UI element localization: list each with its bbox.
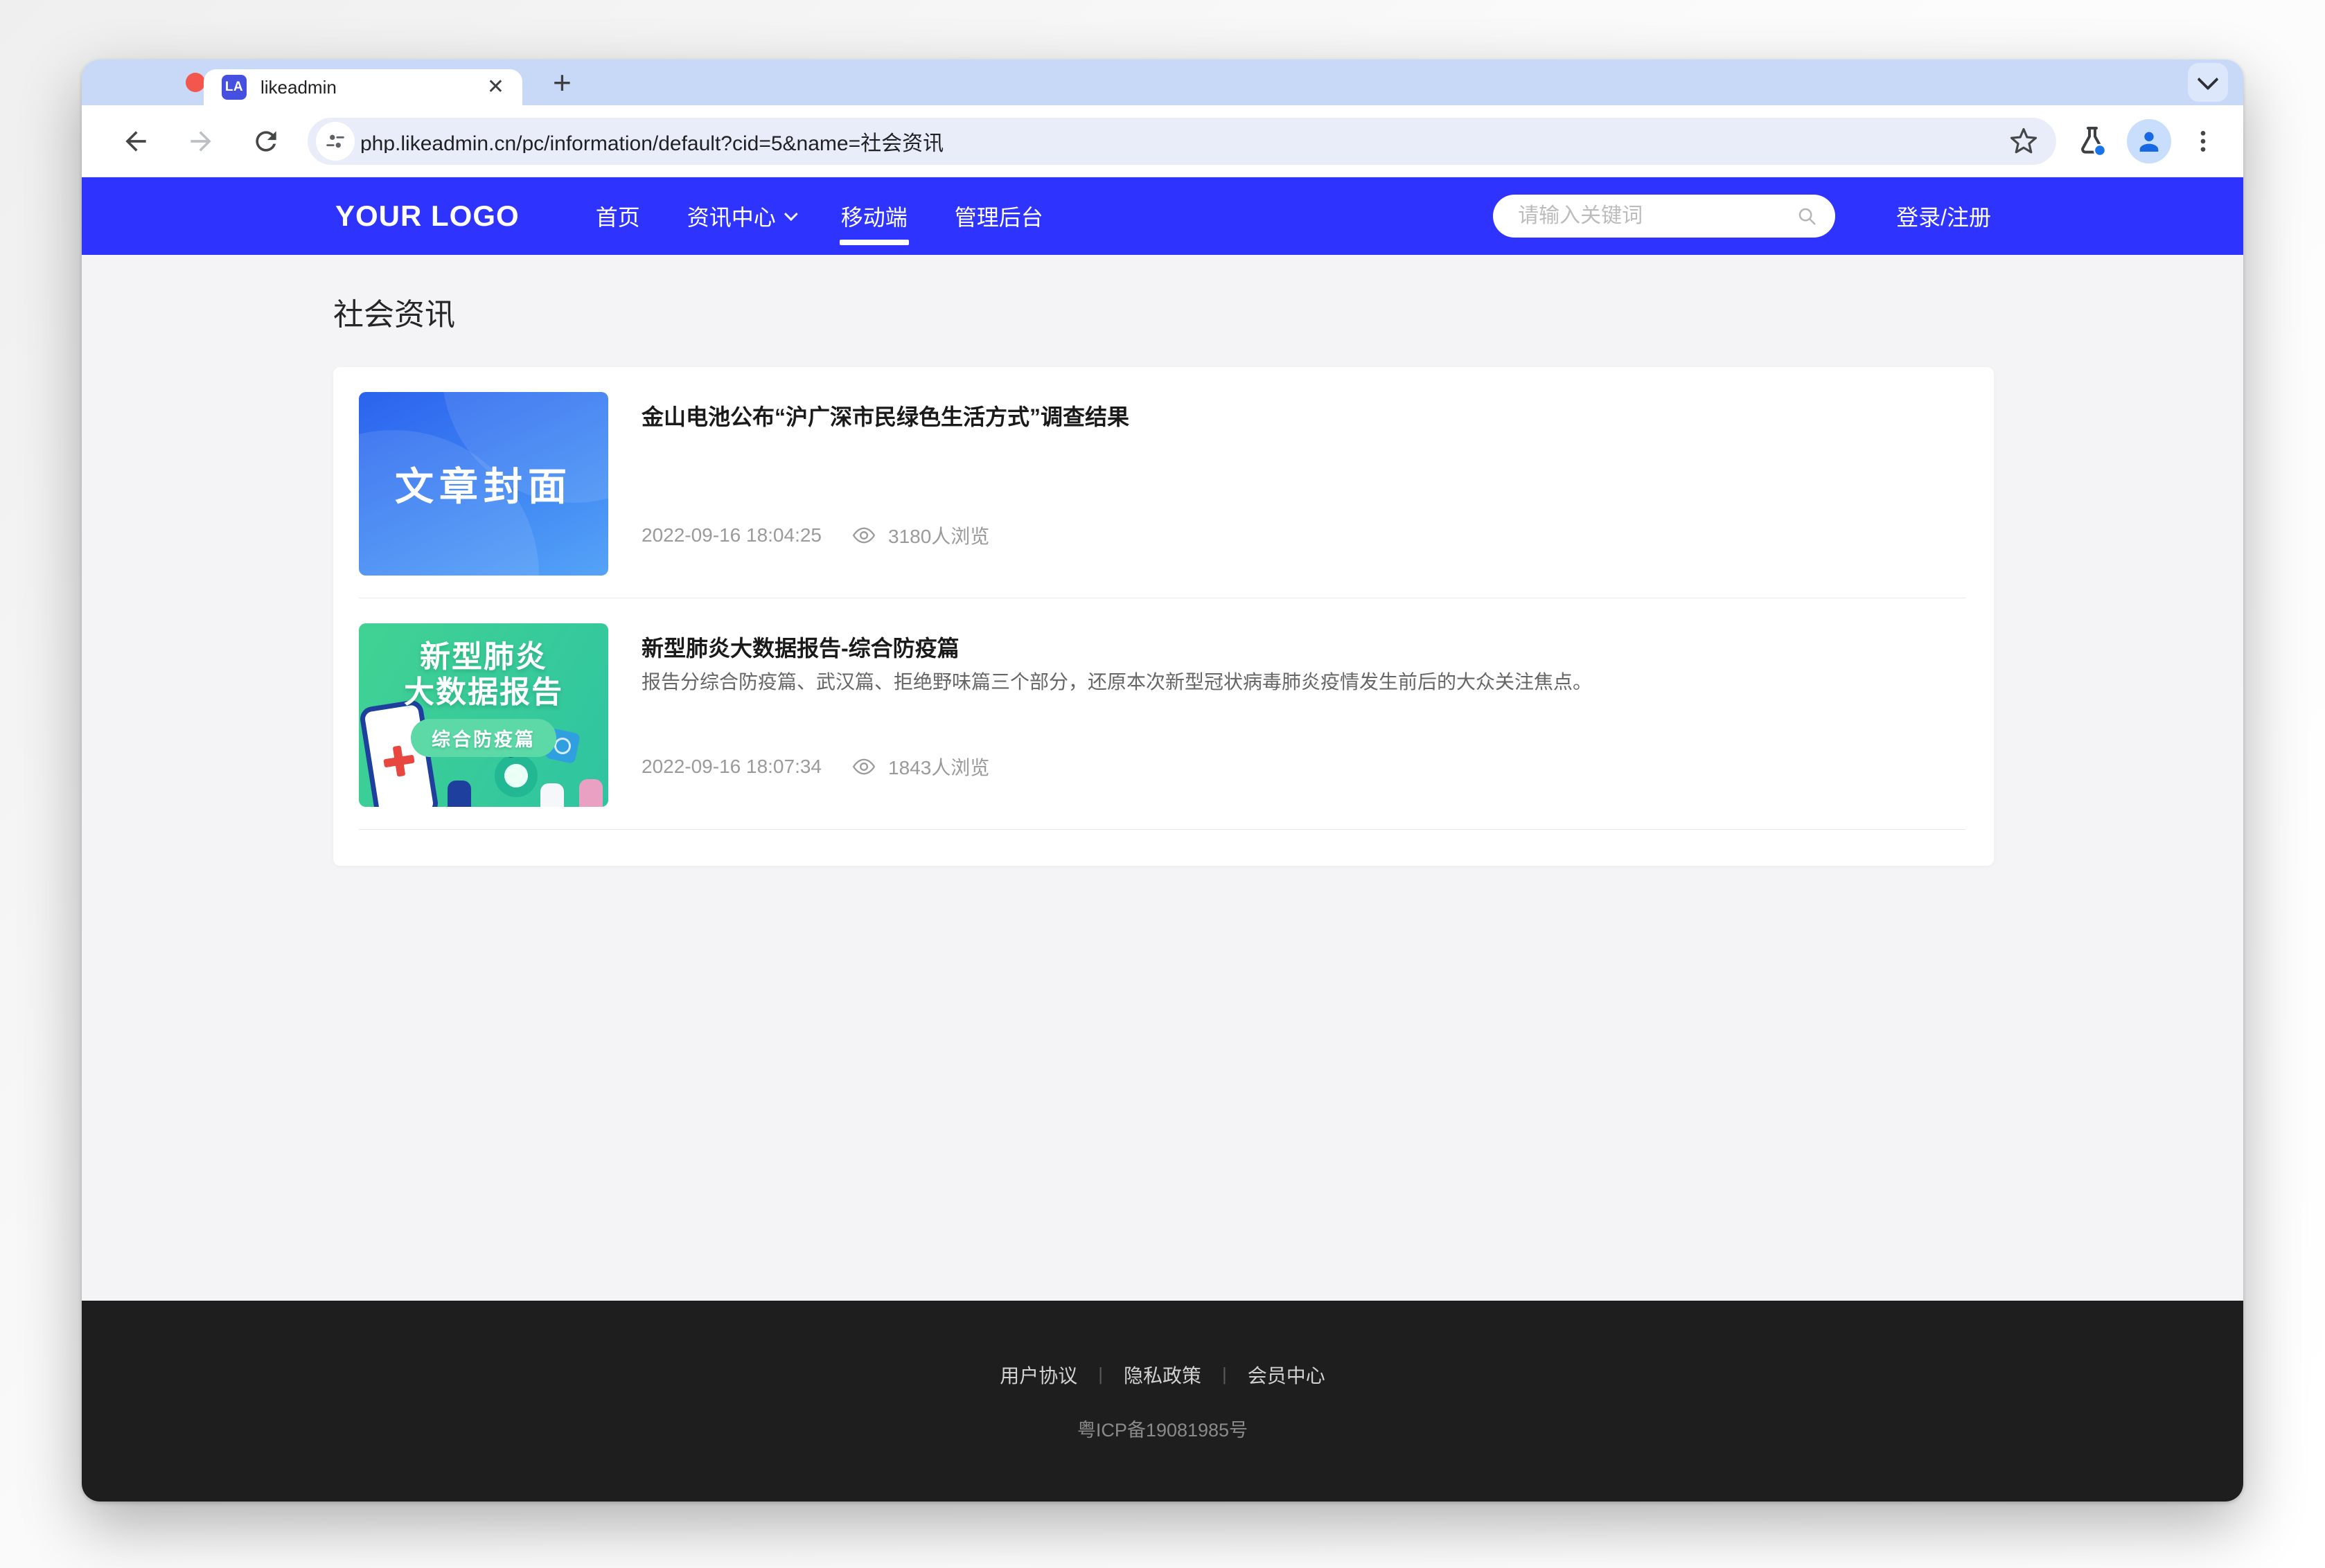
article-title[interactable]: 新型肺炎大数据报告-综合防疫篇	[642, 634, 1965, 663]
browser-toolbar	[82, 105, 2243, 177]
nav-item-label: 管理后台	[955, 200, 1043, 232]
article-cover[interactable]: 文章封面	[359, 392, 608, 576]
nav-item-label: 移动端	[841, 200, 908, 232]
article-cover[interactable]: 新型肺炎 大数据报告 综合防疫篇	[359, 623, 608, 807]
login-register-link[interactable]: 登录/注册	[1896, 200, 1991, 232]
article-row[interactable]: 文章封面 金山电池公布“沪广深市民绿色生活方式”调查结果 2022-09-16 …	[359, 367, 1965, 598]
browser-window: LA likeadmin ✕ +	[82, 60, 2243, 1502]
chevron-down-icon	[784, 207, 798, 221]
article-views: 3180人浏览	[888, 522, 989, 549]
site-search-box[interactable]	[1493, 195, 1835, 238]
search-input[interactable]	[1518, 204, 1796, 228]
site-navbar: YOUR LOGO 首页 资讯中心 移动端 管理后台	[82, 177, 2243, 255]
article-meta: 2022-09-16 18:04:25 3180人浏览	[642, 522, 1965, 549]
article-date: 2022-09-16 18:07:34	[642, 756, 822, 778]
profile-avatar[interactable]	[2127, 119, 2171, 163]
toolbar-right-icons	[2076, 119, 2217, 163]
url-bar[interactable]	[308, 118, 2056, 165]
close-window-button[interactable]	[186, 73, 205, 92]
person-illustration	[448, 781, 471, 807]
nav-item-home[interactable]: 首页	[572, 177, 664, 255]
experiments-flask-icon[interactable]	[2076, 125, 2109, 158]
article-list-card: 文章封面 金山电池公布“沪广深市民绿色生活方式”调查结果 2022-09-16 …	[333, 367, 1994, 866]
site-settings-icon[interactable]	[316, 122, 355, 161]
site-logo[interactable]: YOUR LOGO	[335, 199, 520, 233]
eye-icon	[852, 526, 876, 544]
footer-links: 用户协议 | 隐私政策 | 会员中心	[1000, 1361, 1325, 1389]
watch-illustration	[490, 750, 542, 801]
page-content: 社会资讯 文章封面 金山电池公布“沪广深市民绿色生活方式”调查结果 2022-0…	[82, 255, 2243, 1301]
nav-item-label: 首页	[596, 200, 640, 232]
nav-item-label: 资讯中心	[687, 200, 776, 232]
chevron-down-icon	[2197, 69, 2218, 90]
tab-title: likeadmin	[260, 77, 473, 98]
page-title: 社会资讯	[333, 289, 1992, 334]
cover-title: 新型肺炎 大数据报告	[359, 640, 608, 710]
article-title[interactable]: 金山电池公布“沪广深市民绿色生活方式”调查结果	[642, 403, 1965, 432]
article-views: 1843人浏览	[888, 753, 989, 781]
search-icon	[1796, 206, 1817, 226]
site-viewport: YOUR LOGO 首页 资讯中心 移动端 管理后台	[82, 177, 2243, 1502]
nav-menu: 首页 资讯中心 移动端 管理后台	[572, 177, 1067, 255]
article-body: 新型肺炎大数据报告-综合防疫篇 报告分综合防疫篇、武汉篇、拒绝野味篇三个部分，还…	[642, 623, 1965, 807]
footer-separator: |	[1098, 1364, 1103, 1385]
article-description: 报告分综合防疫篇、武汉篇、拒绝野味篇三个部分，还原本次新型冠状病毒肺炎疫情发生前…	[642, 668, 1965, 697]
back-button[interactable]	[107, 112, 165, 170]
nav-item-mobile[interactable]: 移动端	[817, 177, 931, 255]
footer-link-privacy-policy[interactable]: 隐私政策	[1124, 1361, 1201, 1389]
footer-separator: |	[1222, 1364, 1227, 1385]
browser-tab[interactable]: LA likeadmin ✕	[204, 69, 522, 105]
tab-close-icon[interactable]: ✕	[487, 77, 504, 98]
article-date: 2022-09-16 18:04:25	[642, 524, 822, 546]
browser-menu-icon[interactable]	[2189, 127, 2217, 155]
forward-button[interactable]	[172, 112, 230, 170]
article-meta: 2022-09-16 18:07:34 1843人浏览	[642, 753, 1965, 781]
bookmark-star-icon[interactable]	[2009, 127, 2038, 156]
cover-badge: 综合防疫篇	[411, 719, 556, 757]
article-row[interactable]: 新型肺炎 大数据报告 综合防疫篇 新型肺炎大数据报告-综合防疫篇 报告分综合防疫…	[359, 598, 1965, 830]
article-body: 金山电池公布“沪广深市民绿色生活方式”调查结果 2022-09-16 18:04…	[642, 392, 1965, 576]
tab-strip: LA likeadmin ✕ +	[82, 60, 2243, 105]
footer-link-user-agreement[interactable]: 用户协议	[1000, 1361, 1077, 1389]
reload-button[interactable]	[237, 112, 295, 170]
nav-item-news-center[interactable]: 资讯中心	[664, 177, 817, 255]
url-input[interactable]	[360, 130, 2004, 153]
new-tab-button[interactable]: +	[553, 66, 572, 98]
icp-record-number: 粤ICP备19081985号	[1077, 1415, 1248, 1442]
nav-item-admin[interactable]: 管理后台	[931, 177, 1067, 255]
cover-text: 文章封面	[395, 456, 572, 512]
footer-link-member-center[interactable]: 会员中心	[1248, 1361, 1325, 1389]
person-illustration	[579, 779, 603, 807]
person-illustration	[540, 783, 564, 807]
site-footer: 用户协议 | 隐私政策 | 会员中心 粤ICP备19081985号	[82, 1301, 2243, 1502]
eye-icon	[852, 758, 876, 776]
site-favicon: LA	[222, 75, 247, 100]
tab-search-button[interactable]	[2188, 63, 2228, 102]
